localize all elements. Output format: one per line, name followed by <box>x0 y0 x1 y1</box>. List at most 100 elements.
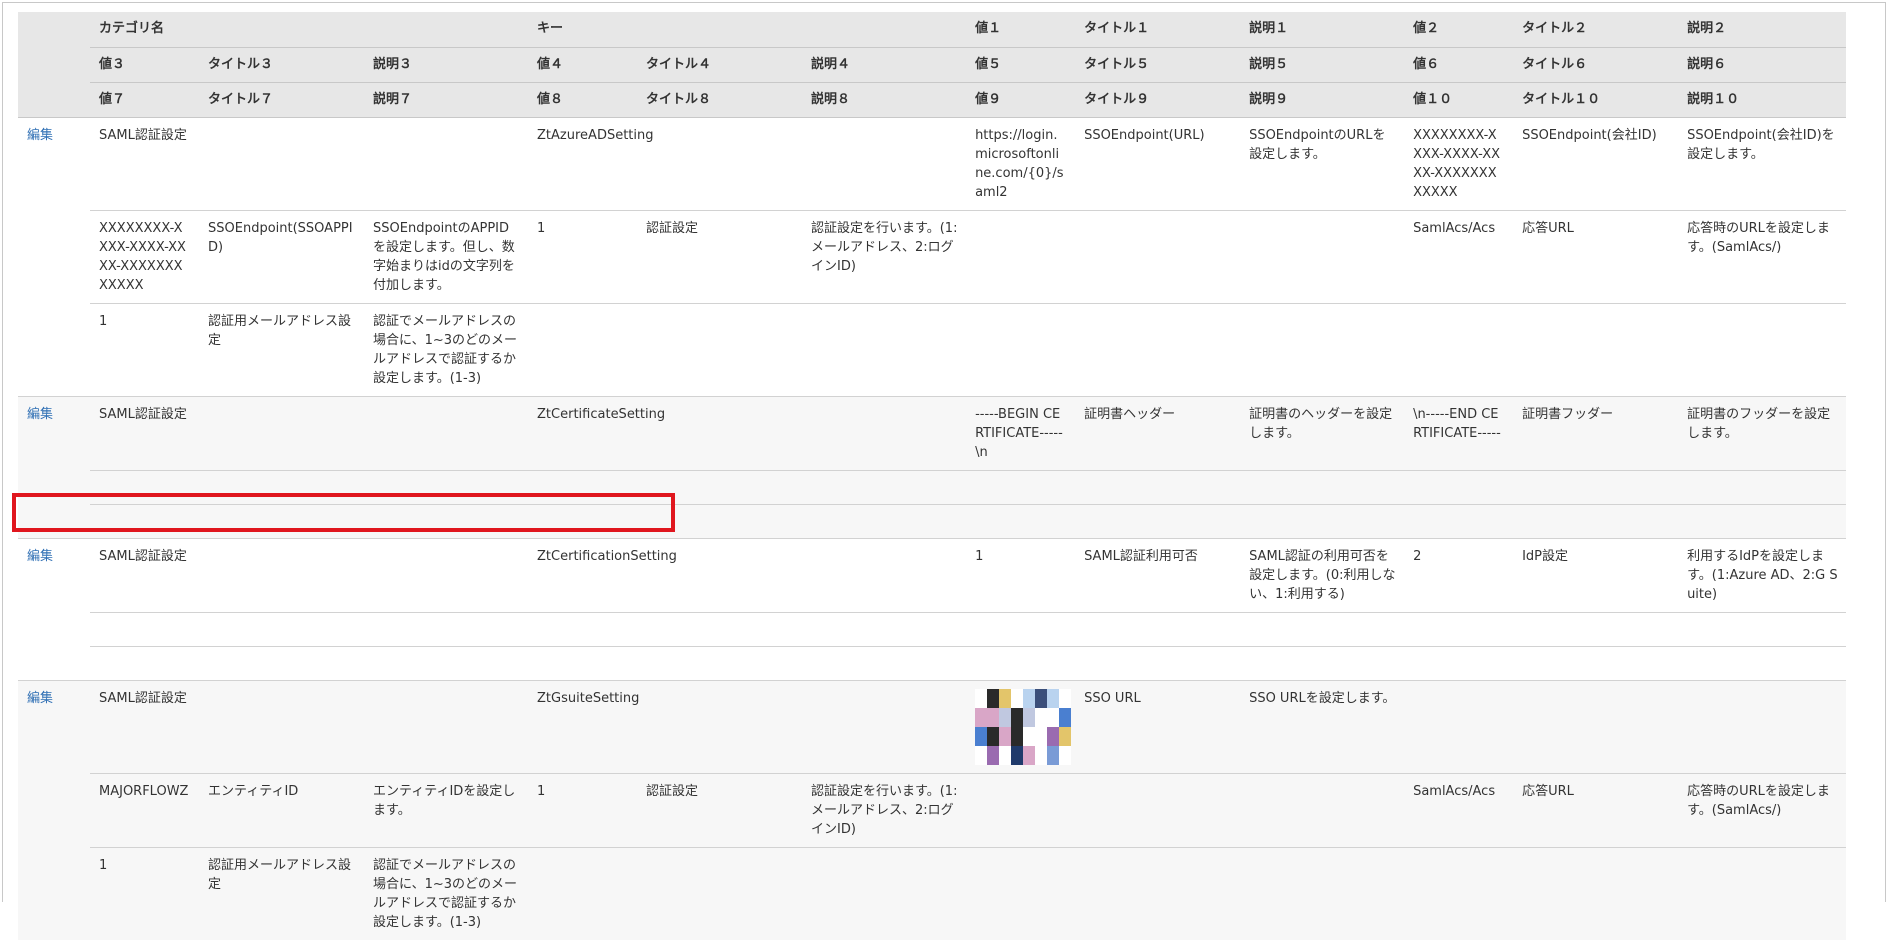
title-cell: SSOEndpoint(URL) <box>1075 116 1241 210</box>
edit-link[interactable]: 編集 <box>27 691 53 706</box>
value-cell: 1 <box>528 209 638 303</box>
header-cell[interactable]: 値４ <box>528 47 638 83</box>
title-cell <box>1075 846 1241 940</box>
title-cell: 証明書フッダー <box>1513 395 1679 470</box>
value-cell <box>528 611 638 646</box>
header-cell[interactable]: タイトル４ <box>637 47 803 83</box>
edit-cell: 編集 <box>18 537 90 680</box>
description-cell: SAML認証の利用可否を設定します。(0:利用しない、1:利用する) <box>1240 537 1405 612</box>
header-cell[interactable]: 値１ <box>966 12 1076 48</box>
header-cell[interactable]: 説明２ <box>1678 12 1847 48</box>
edit-link[interactable]: 編集 <box>27 407 53 422</box>
description-cell: SSO URLを設定します。 <box>1240 679 1405 773</box>
table-body: 編集 SAML認証設定 ZtAzureADSetting https://log… <box>18 116 1847 940</box>
key-cell: ZtGsuiteSetting <box>528 679 967 773</box>
description-cell: SSOEndpointのURLを設定します。 <box>1240 116 1405 210</box>
header-cell[interactable]: 値９ <box>966 82 1076 118</box>
value-cell <box>1404 846 1514 940</box>
value-cell: 2 <box>1404 537 1514 612</box>
description-cell <box>802 302 967 396</box>
value-cell <box>1404 611 1514 646</box>
value-cell <box>966 469 1076 504</box>
header-cell[interactable]: タイトル８ <box>637 82 803 118</box>
title-cell <box>1513 679 1679 773</box>
header-cell[interactable]: 値１０ <box>1404 82 1514 118</box>
record-row-values-7-10 <box>18 645 1847 680</box>
header-row-2: 値３ タイトル３ 説明３ 値４ タイトル４ 説明４ 値５ タイトル５ 説明５ 値… <box>18 47 1847 83</box>
header-cell[interactable]: 説明４ <box>802 47 967 83</box>
header-cell[interactable]: タイトル７ <box>199 82 364 118</box>
header-cell[interactable]: カテゴリ名 <box>90 12 529 48</box>
title-cell <box>1075 503 1241 538</box>
edit-cell: 編集 <box>18 395 90 538</box>
header-cell[interactable]: 値５ <box>966 47 1076 83</box>
description-cell <box>364 645 529 680</box>
description-cell: 認証でメールアドレスの場合に、1~3のどのメールアドレスで認証するか設定します。… <box>364 302 529 396</box>
record-row-values-3-6 <box>18 469 1847 504</box>
mosaic-pixel <box>1023 688 1036 708</box>
title-cell: IdP設定 <box>1513 537 1679 612</box>
header-cell[interactable]: キー <box>528 12 967 48</box>
header-cell[interactable]: タイトル２ <box>1513 12 1679 48</box>
title-cell <box>637 611 803 646</box>
description-cell <box>1240 611 1405 646</box>
header-cell[interactable]: タイトル５ <box>1075 47 1241 83</box>
header-cell[interactable]: タイトル６ <box>1513 47 1679 83</box>
mosaic-pixel <box>975 707 988 727</box>
header-cell[interactable]: 説明３ <box>364 47 529 83</box>
header-cell[interactable]: タイトル１０ <box>1513 82 1679 118</box>
header-cell[interactable]: 説明７ <box>364 82 529 118</box>
redacted-image-icon <box>975 688 1072 765</box>
mosaic-pixel <box>1035 688 1048 708</box>
header-cell[interactable]: 値６ <box>1404 47 1514 83</box>
title-cell: 応答URL <box>1513 209 1679 303</box>
description-cell <box>1678 503 1847 538</box>
header-cell[interactable]: 説明５ <box>1240 47 1405 83</box>
header-cell[interactable]: 説明１ <box>1240 12 1405 48</box>
record-row-values-7-10: 1 認証用メールアドレス設定 認証でメールアドレスの場合に、1~3のどのメールア… <box>18 302 1847 396</box>
header-cell[interactable]: 説明６ <box>1678 47 1847 83</box>
mosaic-pixel <box>1023 726 1036 746</box>
description-cell <box>802 846 967 940</box>
title-cell <box>637 302 803 396</box>
mosaic-pixel <box>1035 745 1048 765</box>
description-cell <box>1678 846 1847 940</box>
header-cell[interactable]: タイトル１ <box>1075 12 1241 48</box>
value-cell: SamlAcs/Acs <box>1404 209 1514 303</box>
value-cell <box>966 503 1076 538</box>
description-cell: 証明書のフッダーを設定します。 <box>1678 395 1847 470</box>
title-cell: 応答URL <box>1513 772 1679 847</box>
header-cell[interactable]: タイトル３ <box>199 47 364 83</box>
description-cell <box>1678 679 1847 773</box>
mosaic-pixel <box>999 688 1012 708</box>
mosaic-pixel <box>1059 726 1072 746</box>
header-cell[interactable]: 値３ <box>90 47 199 83</box>
header-cell[interactable]: タイトル９ <box>1075 82 1241 118</box>
header-cell[interactable]: 説明９ <box>1240 82 1405 118</box>
description-cell <box>1240 645 1405 680</box>
record-row-values-3-6: XXXXXXXX-XXXX-XXXX-XXXX-XXXXXXXXXXXX SSO… <box>18 209 1847 303</box>
title-cell: SSOEndpoint(SSOAPPID) <box>199 209 364 303</box>
header-cell[interactable]: 説明１０ <box>1678 82 1847 118</box>
header-corner <box>18 12 90 118</box>
mosaic-pixel <box>987 707 1000 727</box>
title-cell <box>1075 611 1241 646</box>
value-cell <box>966 846 1076 940</box>
settings-table: カテゴリ名 キー 値１ タイトル１ 説明１ 値２ タイトル２ 説明２ 値３ タイ… <box>18 12 1847 940</box>
header-cell[interactable]: 値７ <box>90 82 199 118</box>
value-cell: 1 <box>90 846 199 940</box>
mosaic-pixel <box>999 745 1012 765</box>
header-cell[interactable]: 説明８ <box>802 82 967 118</box>
edit-link[interactable]: 編集 <box>27 128 53 143</box>
value-cell <box>1404 469 1514 504</box>
value-cell: 1 <box>90 302 199 396</box>
record-row-main: 編集 SAML認証設定 ZtAzureADSetting https://log… <box>18 116 1847 396</box>
value-cell: 1 <box>966 537 1076 612</box>
value-cell <box>90 503 199 538</box>
header-cell[interactable]: 値８ <box>528 82 638 118</box>
header-cell[interactable]: 値２ <box>1404 12 1514 48</box>
mosaic-pixel <box>1023 707 1036 727</box>
title-cell <box>1075 302 1241 396</box>
key-cell: ZtCertificateSetting <box>528 395 967 470</box>
edit-link[interactable]: 編集 <box>27 549 53 564</box>
